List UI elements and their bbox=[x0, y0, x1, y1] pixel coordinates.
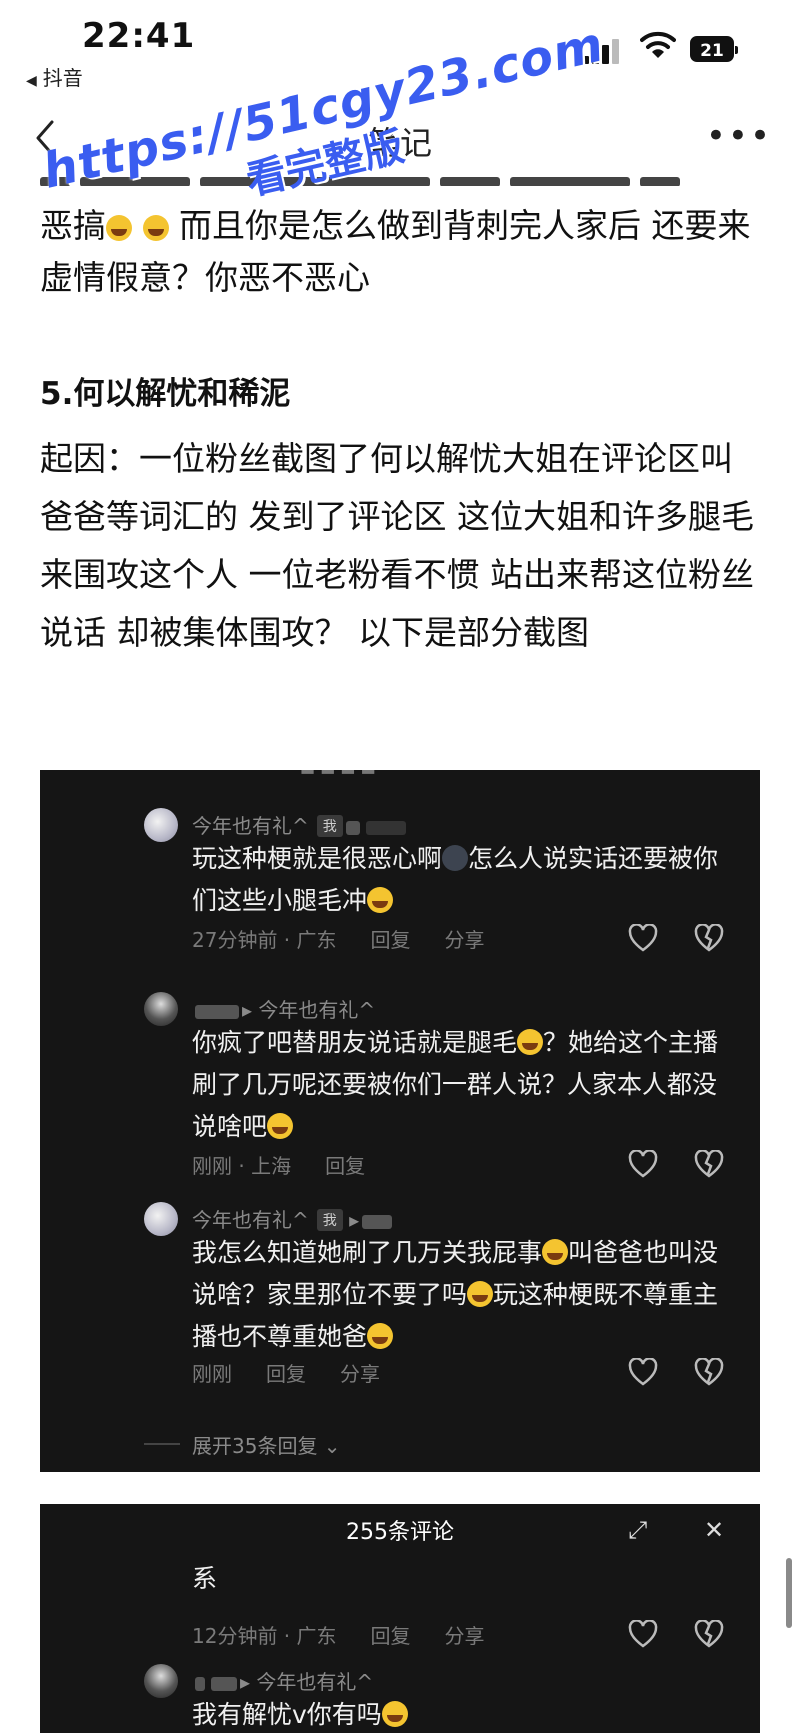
cut-off-text-line bbox=[40, 172, 740, 186]
comment-meta: 刚刚 · 上海 回复 bbox=[192, 1154, 366, 1178]
like-heart-icon[interactable] bbox=[628, 1150, 658, 1178]
dislike-broken-heart-icon[interactable] bbox=[694, 1150, 724, 1178]
laugh-cry-emoji-icon bbox=[517, 1029, 544, 1055]
me-badge: 我 bbox=[316, 1209, 343, 1231]
paragraph-prefix: 恶搞 bbox=[40, 206, 106, 245]
like-heart-icon[interactable] bbox=[628, 1620, 658, 1648]
cause-paragraph: 起因：一位粉丝截图了何以解忧大姐在评论区叫爸爸等词汇的 发到了评论区 这位大姐和… bbox=[40, 439, 754, 652]
expand-replies-button[interactable]: 展开35条回复 ⌄ bbox=[192, 1430, 341, 1459]
like-heart-icon[interactable] bbox=[628, 924, 658, 952]
comment-text: 玩这种梗就是很恶心啊 怎么人说实话还要被你们这些小腿毛冲 bbox=[192, 844, 719, 915]
article-paragraph: 恶搞 而且你是怎么做到背刺完人家后 还要来虚情假意？你恶不恶心 bbox=[40, 200, 760, 304]
comment-text: 我怎么知道她刷了几万关我屁事 叫爸爸也叫没说啥？家里那位不要了吗 玩这种梗既不尊重主… bbox=[192, 1238, 719, 1351]
comment-meta: 12分钟前 · 广东 回复 分享 bbox=[192, 1624, 485, 1648]
laugh-cry-emoji-icon bbox=[467, 1281, 494, 1307]
cut-off-text: ▬▬▬▬▬▬▬▬▬▬▬▬▬▬▬▬▬ bbox=[192, 1548, 732, 1560]
dislike-broken-heart-icon[interactable] bbox=[694, 1358, 724, 1386]
laugh-cry-emoji-icon bbox=[267, 1113, 294, 1139]
laugh-cry-emoji-icon bbox=[542, 1239, 569, 1265]
comment-count-title: 255条评论 bbox=[346, 1520, 454, 1545]
status-time: 22:41 bbox=[82, 16, 196, 56]
signal-icon bbox=[582, 38, 622, 64]
share-button[interactable]: 分享 bbox=[445, 928, 485, 952]
comment-meta: 刚刚 回复 分享 bbox=[192, 1362, 380, 1386]
reply-button[interactable]: 回复 bbox=[325, 1154, 365, 1178]
dislike-broken-heart-icon[interactable] bbox=[694, 1620, 724, 1648]
expand-divider bbox=[144, 1443, 180, 1445]
back-to-app-link[interactable]: ◀ 抖音 bbox=[26, 62, 83, 91]
laugh-cry-emoji-icon bbox=[367, 1323, 394, 1349]
page-title: 笔记 bbox=[367, 124, 432, 162]
article-body: 恶搞 而且你是怎么做到背刺完人家后 还要来虚情假意？你恶不恶心 bbox=[40, 200, 760, 304]
cut-off-header: ▬ ▬ ▬ ▬ bbox=[300, 770, 500, 776]
back-app-label: 抖音 bbox=[42, 66, 83, 90]
comment-screenshot-2: 255条评论 ⤢ ✕ ▬▬▬▬▬▬▬▬▬▬▬▬▬▬▬▬▬ 系 12分钟前 · 广… bbox=[40, 1504, 760, 1733]
laugh-cry-emoji-icon bbox=[106, 215, 132, 241]
comment-item: 今年也有礼^ 我 ▸ 我怎么知道她刷了几万关我屁事 叫爸爸也叫没说啥？家里那位不要了… bbox=[40, 1202, 760, 1412]
avatar[interactable] bbox=[144, 808, 178, 842]
back-triangle-icon: ◀ bbox=[26, 73, 37, 89]
comment-username[interactable]: ▸ 今年也有礼^ bbox=[192, 994, 375, 1023]
comment-item: ▸ 今年也有礼^ 你疯了吧替朋友说话就是腿毛 ？她给这个主播刷了几万呢还要被你们一… bbox=[40, 992, 760, 1202]
battery-icon: 21 bbox=[690, 36, 738, 62]
share-button[interactable]: 分享 bbox=[445, 1624, 485, 1648]
comment-username[interactable]: 今年也有礼^ 我 bbox=[192, 810, 409, 839]
wifi-icon bbox=[640, 31, 676, 58]
dislike-broken-heart-icon[interactable] bbox=[694, 924, 724, 952]
reply-button[interactable]: 回复 bbox=[266, 1362, 306, 1386]
reply-button[interactable]: 回复 bbox=[371, 928, 411, 952]
avatar[interactable] bbox=[144, 1202, 178, 1236]
status-bar: 22:41 ◀ 抖音 21 bbox=[0, 0, 800, 90]
comment-text: 系 bbox=[192, 1564, 218, 1593]
section-title: 5.何以解忧和稀泥 bbox=[40, 376, 291, 412]
expand-icon[interactable]: ⤢ bbox=[628, 1516, 647, 1544]
me-badge: 我 bbox=[316, 815, 343, 837]
comment-item: 今年也有礼^ 我 玩这种梗就是很恶心啊 怎么人说实话还要被你们这些小腿毛冲 27分钟… bbox=[40, 808, 760, 1008]
like-heart-icon[interactable] bbox=[628, 1358, 658, 1386]
avatar[interactable] bbox=[144, 992, 178, 1026]
laugh-cry-emoji-icon bbox=[142, 215, 169, 241]
laugh-cry-emoji-icon bbox=[381, 1701, 408, 1727]
dark-face-emoji-icon bbox=[442, 845, 469, 871]
comment-text: 我有解忧v你有吗 bbox=[192, 1694, 732, 1733]
more-options-icon[interactable]: ••• bbox=[706, 116, 772, 156]
scrollbar[interactable] bbox=[786, 1558, 792, 1628]
share-button[interactable]: 分享 bbox=[340, 1362, 380, 1386]
comment-screenshot-1: ▬ ▬ ▬ ▬ 今年也有礼^我 玩这种梗就是很恶心啊怎么人说实话还要被你们这些小… bbox=[40, 770, 760, 1472]
reply-button[interactable]: 回复 bbox=[371, 1624, 411, 1648]
close-icon[interactable]: ✕ bbox=[704, 1516, 724, 1544]
comment-text: 你疯了吧替朋友说话就是腿毛 ？她给这个主播刷了几万呢还要被你们一群人说？人家本人都… bbox=[192, 1028, 719, 1141]
comment-username[interactable]: 今年也有礼^ 我 ▸ bbox=[192, 1204, 395, 1233]
laugh-cry-emoji-icon bbox=[367, 887, 394, 913]
comment-meta: 27分钟前 · 广东 回复 分享 bbox=[192, 928, 485, 952]
avatar[interactable] bbox=[144, 1664, 178, 1698]
comment-username[interactable]: ▸ 今年也有礼^ bbox=[192, 1666, 373, 1695]
